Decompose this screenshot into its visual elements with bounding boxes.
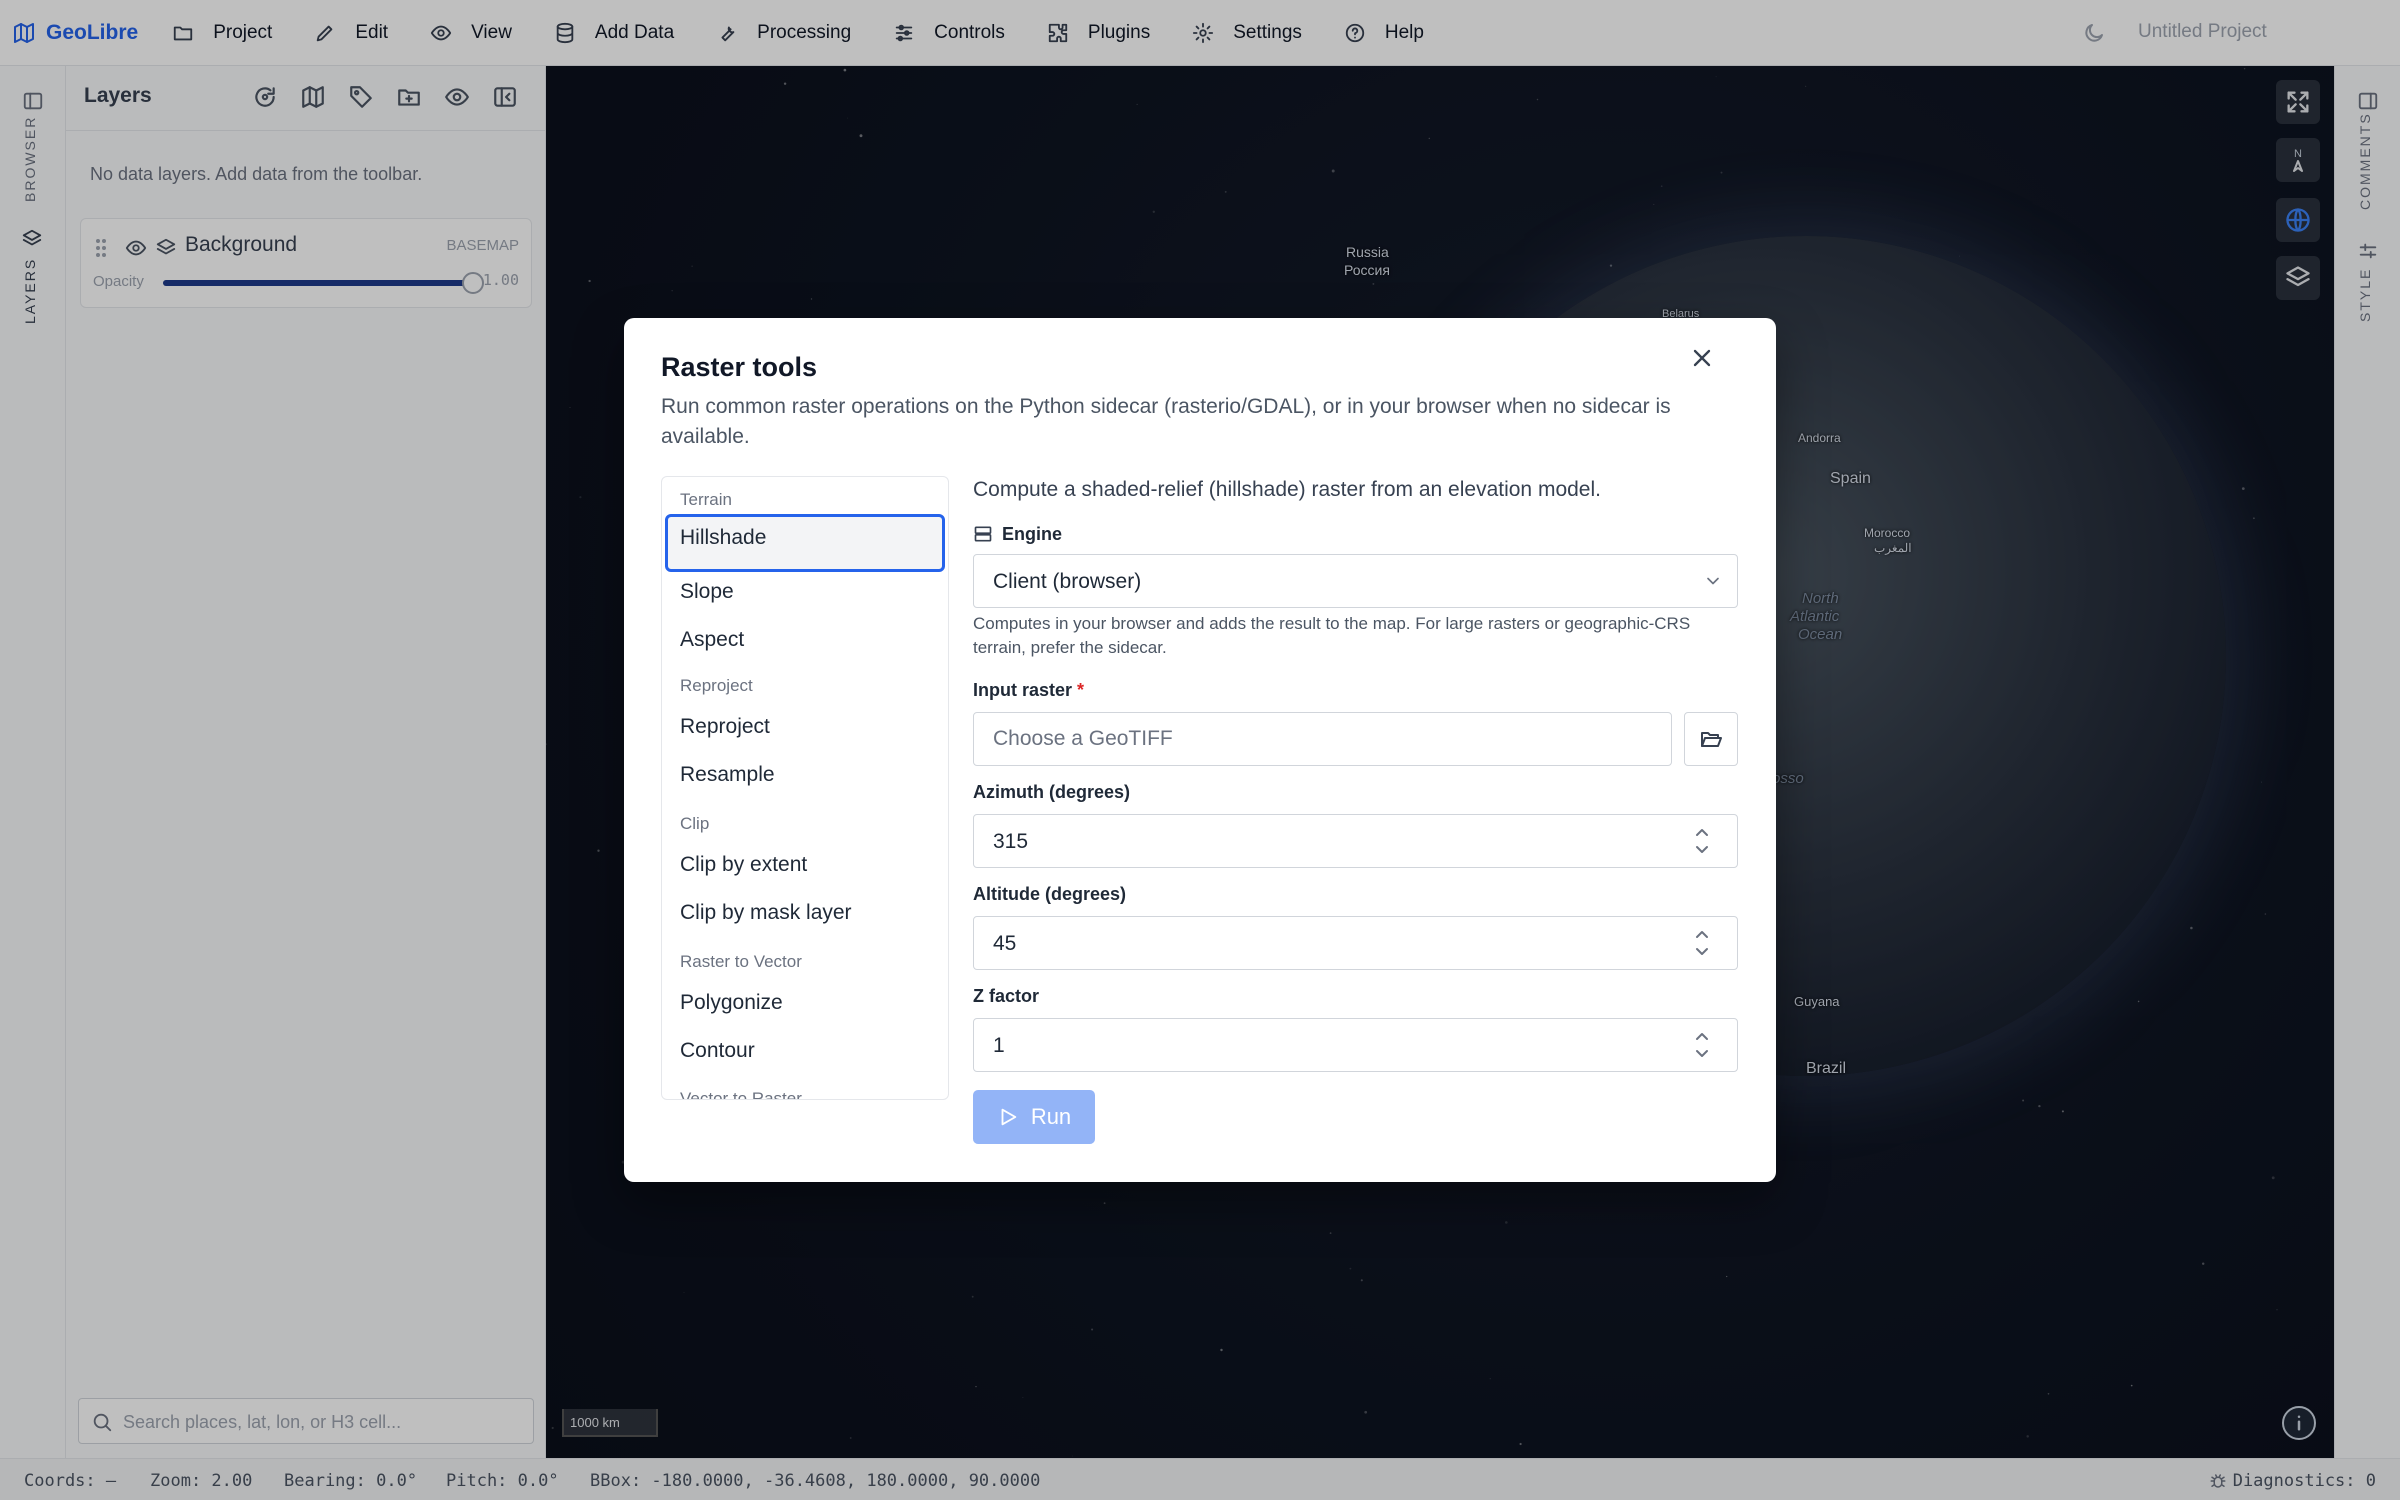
- tool-contour[interactable]: Contour: [665, 1027, 945, 1075]
- tool-clip-by-mask[interactable]: Clip by mask layer: [665, 889, 945, 937]
- required-marker: *: [1077, 680, 1085, 700]
- input-raster-label-text: Input raster: [973, 680, 1073, 700]
- raster-tools-dialog: Raster tools Run common raster operation…: [624, 318, 1776, 1182]
- tool-clip-by-extent[interactable]: Clip by extent: [665, 841, 945, 889]
- altitude-input[interactable]: 45: [973, 916, 1738, 970]
- engine-value: Client (browser): [993, 570, 1142, 593]
- chevron-down-icon: [1707, 577, 1719, 585]
- category-raster-to-vector: Raster to Vector: [680, 952, 802, 971]
- stepper-arrows-icon[interactable]: [1695, 823, 1709, 859]
- tool-list: Terrain Hillshade Slope Aspect Reproject…: [661, 476, 949, 1100]
- tool-slope[interactable]: Slope: [665, 568, 945, 616]
- zfactor-input[interactable]: 1: [973, 1018, 1738, 1072]
- input-raster-field[interactable]: [973, 712, 1672, 766]
- tool-hillshade[interactable]: Hillshade: [665, 514, 945, 572]
- tool-resample[interactable]: Resample: [665, 751, 945, 799]
- close-icon[interactable]: [1688, 344, 1716, 372]
- dialog-subtitle: Run common raster operations on the Pyth…: [661, 395, 1671, 448]
- engine-select[interactable]: Client (browser): [973, 554, 1738, 608]
- category-vector-to-raster: Vector to Raster: [680, 1089, 802, 1100]
- tool-aspect[interactable]: Aspect: [665, 616, 945, 664]
- zfactor-label: Z factor: [973, 986, 1040, 1006]
- category-clip: Clip: [680, 814, 710, 833]
- input-raster-label: Input raster *: [973, 680, 1084, 701]
- azimuth-value: 315: [993, 830, 1029, 853]
- azimuth-label: Azimuth (degrees): [973, 782, 1131, 802]
- dialog-title: Raster tools: [661, 352, 818, 382]
- run-button[interactable]: Run: [973, 1090, 1095, 1144]
- engine-help-text: Computes in your browser and adds the re…: [973, 614, 1691, 657]
- tool-description: Compute a shaded-relief (hillshade) rast…: [973, 478, 1601, 501]
- server-icon: [974, 526, 992, 542]
- run-label: Run: [1030, 1104, 1072, 1129]
- azimuth-input[interactable]: 315: [973, 814, 1738, 868]
- altitude-label: Altitude (degrees): [973, 884, 1127, 904]
- folder-open-icon: [1701, 732, 1722, 747]
- engine-label: Engine: [1002, 524, 1063, 544]
- altitude-value: 45: [993, 932, 1017, 955]
- zfactor-value: 1: [993, 1034, 1005, 1057]
- tool-polygonize[interactable]: Polygonize: [665, 979, 945, 1027]
- category-reproject: Reproject: [680, 676, 753, 695]
- tool-reproject[interactable]: Reproject: [665, 703, 945, 751]
- stepper-arrows-icon[interactable]: [1695, 1027, 1709, 1063]
- play-icon: [1001, 1108, 1017, 1126]
- category-terrain: Terrain: [680, 490, 732, 509]
- stepper-arrows-icon[interactable]: [1695, 925, 1709, 961]
- browse-file-button[interactable]: [1684, 712, 1738, 766]
